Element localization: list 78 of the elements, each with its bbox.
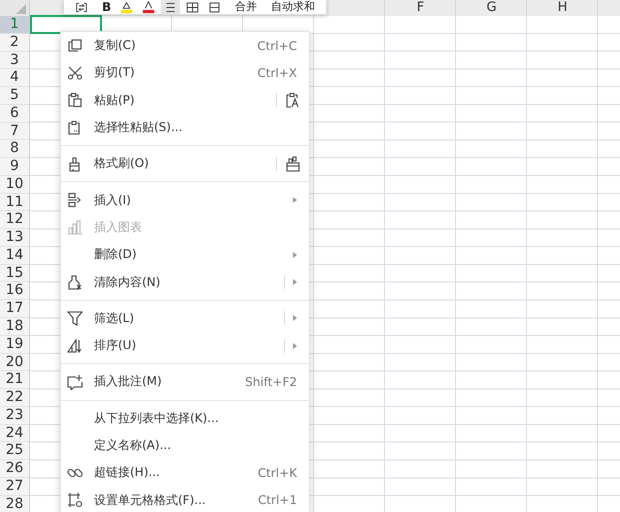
row-header[interactable]: 14: [0, 246, 29, 265]
row-header[interactable]: 23: [0, 406, 29, 425]
menu-item[interactable]: 排序(U): [61, 332, 309, 360]
font-color-icon: [142, 0, 156, 14]
clipboard-text-icon: [285, 92, 301, 108]
menu-item[interactable]: 设置单元格格式(F)... Ctrl+1: [61, 486, 309, 512]
shortcut-label: Ctrl+1: [258, 493, 297, 508]
merge-icon: [208, 0, 222, 14]
format-cells-icon: [67, 492, 83, 508]
row-header[interactable]: 21: [0, 371, 29, 390]
row-header[interactable]: 10: [0, 176, 29, 194]
insert-icon: [67, 192, 83, 208]
row-header[interactable]: 3: [0, 52, 29, 70]
menu-item[interactable]: 从下拉列表中选择(K)...: [61, 404, 309, 432]
menu-item[interactable]: 删除(D): [61, 241, 309, 268]
column-header[interactable]: F: [385, 0, 456, 16]
menu-item[interactable]: 复制(C) Ctrl+C: [61, 32, 309, 60]
row-header[interactable]: 1: [0, 16, 29, 34]
row-header[interactable]: 22: [0, 389, 29, 407]
row-header[interactable]: 8: [0, 140, 29, 158]
menu-item[interactable]: 定义名称(A)...: [61, 432, 309, 460]
menu-item[interactable]: 筛选(L): [61, 304, 309, 332]
menu-item[interactable]: 清除内容(N): [61, 268, 309, 296]
row-header[interactable]: 15: [0, 264, 29, 282]
submenu-arrow-icon: [293, 252, 297, 258]
row-header[interactable]: 6: [0, 104, 29, 123]
menu-item[interactable]: 格式刷(O): [61, 150, 309, 178]
column-header[interactable]: H: [527, 0, 598, 16]
submenu-arrow-icon: [293, 315, 297, 322]
row-header[interactable]: 26: [0, 460, 29, 478]
swap-icon: [75, 0, 88, 14]
submenu-arrow-icon: [293, 197, 297, 204]
submenu-arrow-icon: [293, 279, 297, 286]
sort-icon: [67, 338, 83, 354]
align-icon: [164, 0, 178, 14]
border-icon: [186, 0, 200, 14]
shortcut-label: Ctrl+X: [257, 66, 297, 80]
row-header[interactable]: 4: [0, 69, 29, 88]
menu-item[interactable]: 插入(I): [61, 186, 309, 214]
row-header[interactable]: 27: [0, 478, 29, 496]
toolbar-button[interactable]: 合并: [232, 0, 260, 14]
shortcut-label: Ctrl+K: [258, 466, 297, 480]
row-header[interactable]: 7: [0, 122, 29, 140]
scissors-icon: [67, 64, 83, 81]
bar-chart-icon: [67, 219, 83, 236]
menu-item[interactable]: 超链接(H)... Ctrl+K: [61, 459, 309, 486]
row-header[interactable]: 25: [0, 442, 29, 460]
shortcut-label: Shift+F2: [245, 374, 297, 389]
filter-icon: [67, 310, 83, 326]
row-header[interactable]: 17: [0, 300, 29, 318]
clipboard-icon: [67, 92, 83, 108]
bold-button[interactable]: B: [99, 0, 114, 14]
toolbar-button[interactable]: [161, 0, 180, 14]
row-header[interactable]: 24: [0, 424, 29, 442]
row-header[interactable]: 16: [0, 282, 29, 300]
row-header[interactable]: 13: [0, 229, 29, 247]
row-header[interactable]: 18: [0, 318, 29, 336]
row-header[interactable]: 19: [0, 336, 29, 354]
menu-item[interactable]: 插入批注(M) Shift+F2: [61, 368, 309, 396]
menu-item[interactable]: 剪切(T) Ctrl+X: [61, 59, 309, 87]
toolbar-button[interactable]: 自动求和: [268, 0, 318, 14]
copy-icon: [67, 38, 83, 54]
row-header[interactable]: 11: [0, 194, 29, 212]
shortcut-label: Ctrl+C: [257, 38, 297, 53]
highlighter-icon: [120, 0, 134, 14]
row-header[interactable]: 9: [0, 158, 29, 176]
row-header[interactable]: 20: [0, 354, 29, 372]
row-header[interactable]: 5: [0, 87, 29, 105]
submenu-arrow-icon: [293, 342, 297, 349]
eraser-icon: [67, 274, 83, 290]
comment-icon: [67, 374, 83, 390]
row-header[interactable]: 12: [0, 211, 29, 230]
row-header[interactable]: 28: [0, 496, 29, 512]
row-header[interactable]: 2: [0, 34, 29, 52]
column-header[interactable]: G: [456, 0, 527, 16]
brushes-icon: [285, 156, 301, 172]
menu-item[interactable]: 选择性粘贴(S)...: [61, 114, 309, 142]
menu-item[interactable]: 粘贴(P): [61, 86, 309, 114]
